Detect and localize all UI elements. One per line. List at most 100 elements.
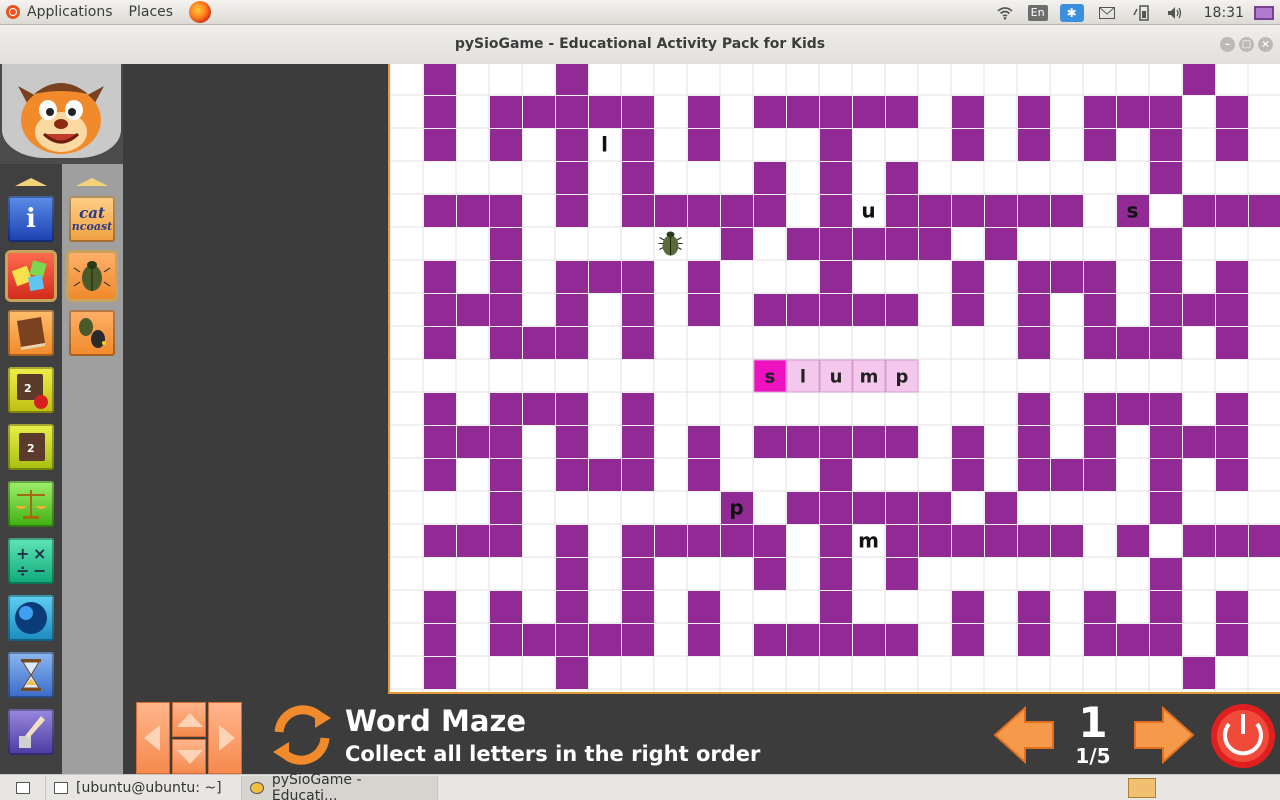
wifi-icon[interactable] [994,4,1016,22]
places-menu[interactable]: Places [129,4,174,20]
math-operations-icon[interactable]: + × ÷ − [8,538,54,584]
word-slot-letter: s [765,367,776,388]
maze-letter: p [729,496,743,520]
word-game-icon-label: cat [79,203,105,222]
reload-icon[interactable] [269,702,335,768]
beetle-icon[interactable] [658,231,683,256]
maze-letter: l [601,133,608,157]
maze-wall [556,64,588,95]
maze-wall [490,459,522,491]
maze-wall [523,96,555,128]
maze-wall [457,294,489,326]
maze-wall [820,261,852,293]
maze-wall [787,426,819,458]
maximize-icon[interactable]: □ [1239,37,1254,52]
move-left-button[interactable] [136,702,170,774]
maze-wall [1216,426,1248,458]
maze-board[interactable]: luspmslump [388,64,1280,694]
word-maze-beetle-icon[interactable] [69,253,115,299]
maze-letter: u [861,199,875,223]
word-game-icon[interactable]: cat ncoast [69,196,115,242]
bluetooth-icon[interactable]: ✱ [1059,3,1084,22]
maze-wall [1117,327,1149,359]
maze-wall [952,591,984,623]
move-right-button[interactable] [208,702,242,774]
maze-wall [589,624,621,656]
maze-wall [1084,327,1116,359]
maze-letter: m [858,529,879,553]
show-desktop-button[interactable] [0,775,46,800]
quit-power-icon[interactable] [1209,702,1277,770]
maze-wall [820,294,852,326]
maze-wall [952,261,984,293]
volume-icon[interactable] [1164,4,1186,22]
maze-wall [556,129,588,161]
beetles-icon[interactable] [69,310,115,356]
activity-scroll-up-icon[interactable] [76,178,108,186]
maze-canvas[interactable]: lu spms l u m p [390,64,1280,692]
scales-icon[interactable] [8,481,54,527]
maze-wall [424,624,456,656]
taskbar-item-pysiogame[interactable]: pySioGame - Educati... [242,772,438,800]
ubuntu-logo-icon[interactable] [6,5,20,19]
keyboard-language-indicator[interactable]: En [1027,4,1048,21]
maze-wall [688,195,720,227]
maze-wall [622,426,654,458]
cat-mascot-logo[interactable] [12,76,110,158]
terminal-icon [54,781,68,794]
maze-wall [886,228,918,260]
firefox-icon[interactable] [189,1,212,23]
word-slot-letter: m [860,367,879,388]
maze-wall [523,327,555,359]
maze-wall [853,228,885,260]
info-icon[interactable]: i [8,196,54,242]
game-subtitle: Collect all letters in the right order [345,742,761,766]
session-menu-icon[interactable] [1254,5,1274,20]
minimize-icon[interactable]: – [1220,37,1235,52]
sphere-icon[interactable] [8,595,54,641]
clock[interactable]: 18:31 [1204,4,1244,22]
maze-wall [688,459,720,491]
previous-level-icon[interactable] [991,702,1057,768]
maze-wall [1183,426,1215,458]
maze-wall [556,261,588,293]
paint-icon[interactable] [8,709,54,755]
maze-wall [820,525,852,557]
maze-wall [754,162,786,194]
maze-wall [424,64,456,95]
top-panel: Applications Places En ✱ 18:31 [0,0,1280,25]
mail-icon[interactable] [1096,4,1118,22]
abc-icon[interactable] [8,253,54,299]
maze-wall [622,393,654,425]
window-title: pySioGame - Educational Activity Pack fo… [454,36,826,52]
maze-wall [1084,261,1116,293]
numbers-apple-icon[interactable]: 2 [8,367,54,413]
maze-wall [622,294,654,326]
maze-wall [556,426,588,458]
maze-wall [556,327,588,359]
hourglass-icon[interactable] [8,652,54,698]
close-icon[interactable]: × [1258,37,1273,52]
maze-wall [886,162,918,194]
maze-wall [1216,591,1248,623]
maze-wall [886,492,918,524]
maze-wall [622,624,654,656]
maze-wall [754,525,786,557]
book-icon[interactable] [8,310,54,356]
taskbar-item-terminal[interactable]: [ubuntu@ubuntu: ~] [46,775,242,800]
move-down-button[interactable] [172,739,206,774]
maze-wall [1084,96,1116,128]
workspace-switcher-icon[interactable] [1128,778,1156,798]
category-scroll-up-icon[interactable] [15,178,47,186]
maze-wall [820,624,852,656]
applications-menu[interactable]: Applications [27,4,113,20]
maze-wall [424,657,456,689]
maze-wall [490,327,522,359]
next-level-icon[interactable] [1131,702,1197,768]
maze-wall [1150,492,1182,524]
numbers-icon[interactable]: 2 [8,424,54,470]
maze-wall [1018,426,1050,458]
battery-icon[interactable] [1130,4,1152,22]
move-up-button[interactable] [172,702,206,737]
maze-wall [820,129,852,161]
